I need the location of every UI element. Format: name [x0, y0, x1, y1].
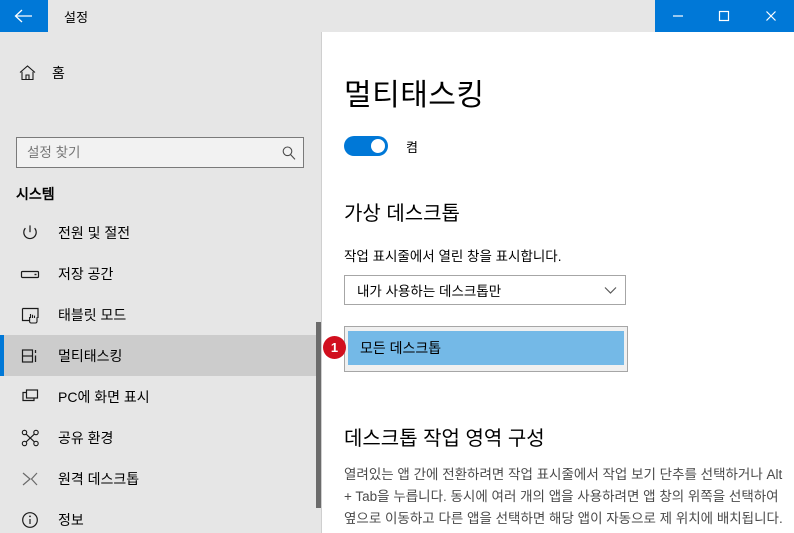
snap-toggle-row: 켬	[344, 136, 418, 156]
alttab-option-label: 모든 데스크톱	[360, 340, 442, 356]
taskbar-windows-value: 내가 사용하는 데스크톱만	[357, 284, 502, 299]
sidebar-item-label: 멀티태스킹	[58, 347, 123, 364]
sidebar-item-label: 저장 공간	[58, 265, 114, 282]
maximize-icon	[719, 10, 730, 22]
multitasking-icon	[18, 347, 42, 365]
sidebar-nav-list: 전원 및 절전 저장 공간 태블릿 모드 멀티태스킹 PC에 화면 표시 공유 …	[0, 212, 322, 533]
sidebar-item-remote-desktop[interactable]: 원격 데스크톱	[0, 458, 322, 499]
minimize-icon	[673, 15, 684, 17]
close-icon	[765, 11, 776, 21]
projecting-icon	[18, 388, 42, 405]
back-button[interactable]	[0, 0, 48, 32]
search-input[interactable]	[17, 145, 275, 160]
sidebar-item-label: 공유 환경	[58, 429, 114, 446]
window-title: 설정	[64, 9, 89, 25]
alttab-dropdown-open-list[interactable]: 모든 데스크톱	[344, 326, 628, 372]
window-controls	[655, 0, 794, 32]
sidebar-item-storage[interactable]: 저장 공간	[0, 253, 322, 294]
selection-indicator	[0, 335, 4, 376]
toggle-knob	[371, 139, 385, 153]
sidebar-item-shared-experiences[interactable]: 공유 환경	[0, 417, 322, 458]
virtual-desktop-heading: 가상 데스크톱	[344, 203, 460, 225]
taskbar-windows-label: 작업 표시줄에서 열린 창을 표시합니다.	[344, 249, 562, 264]
power-icon	[18, 224, 42, 242]
search-icon	[275, 145, 303, 161]
search-box[interactable]	[16, 137, 304, 168]
shared-experiences-icon	[18, 429, 42, 447]
sidebar-item-home[interactable]: 홈	[0, 54, 322, 92]
back-arrow-icon	[14, 9, 32, 23]
sidebar-item-projecting[interactable]: PC에 화면 표시	[0, 376, 322, 417]
close-button[interactable]	[748, 0, 794, 32]
sidebar-item-label: 태블릿 모드	[58, 306, 127, 323]
maximize-button[interactable]	[701, 0, 747, 32]
main-content: 멀티태스킹 켬 가상 데스크톱 작업 표시줄에서 열린 창을 표시합니다. 내가…	[322, 32, 794, 533]
home-icon	[16, 64, 38, 82]
sidebar-home-label: 홈	[52, 65, 65, 81]
sidebar-item-label: 원격 데스크톱	[58, 470, 140, 487]
sidebar: 홈 시스템 전원 및 절전	[0, 32, 322, 533]
alttab-option-all-desktops[interactable]: 모든 데스크톱	[348, 331, 624, 365]
snap-toggle[interactable]	[344, 136, 388, 156]
sidebar-item-label: 정보	[58, 511, 84, 528]
taskbar-windows-dropdown[interactable]: 내가 사용하는 데스크톱만	[344, 275, 626, 305]
sidebar-item-label: 전원 및 절전	[58, 224, 131, 241]
chevron-down-icon	[595, 286, 625, 295]
workspace-description: 열려있는 앱 간에 전환하려면 작업 표시줄에서 작업 보기 단추를 선택하거나…	[344, 467, 783, 526]
about-icon	[18, 511, 42, 529]
sidebar-item-about[interactable]: 정보	[0, 499, 322, 533]
remote-desktop-icon	[18, 470, 42, 488]
tablet-mode-icon	[18, 306, 42, 324]
sidebar-item-multitasking[interactable]: 멀티태스킹	[0, 335, 322, 376]
annotation-badge-1: 1	[323, 336, 346, 359]
sidebar-group-header: 시스템	[16, 186, 55, 202]
sidebar-item-tablet-mode[interactable]: 태블릿 모드	[0, 294, 322, 335]
storage-icon	[18, 267, 42, 281]
settings-window: 설정 홈 설정 찾기 시스템 전원 및 절전 저장 공간 태블릿 모드 멀티태스…	[0, 0, 794, 533]
minimize-button[interactable]	[655, 0, 701, 32]
title-bar: 설정	[0, 0, 794, 32]
snap-toggle-label: 켬	[406, 139, 418, 155]
workspace-heading: 데스크톱 작업 영역 구성	[344, 428, 545, 450]
page-title: 멀티태스킹	[344, 79, 485, 112]
sidebar-item-power[interactable]: 전원 및 절전	[0, 212, 322, 253]
sidebar-item-label: PC에 화면 표시	[58, 388, 150, 405]
